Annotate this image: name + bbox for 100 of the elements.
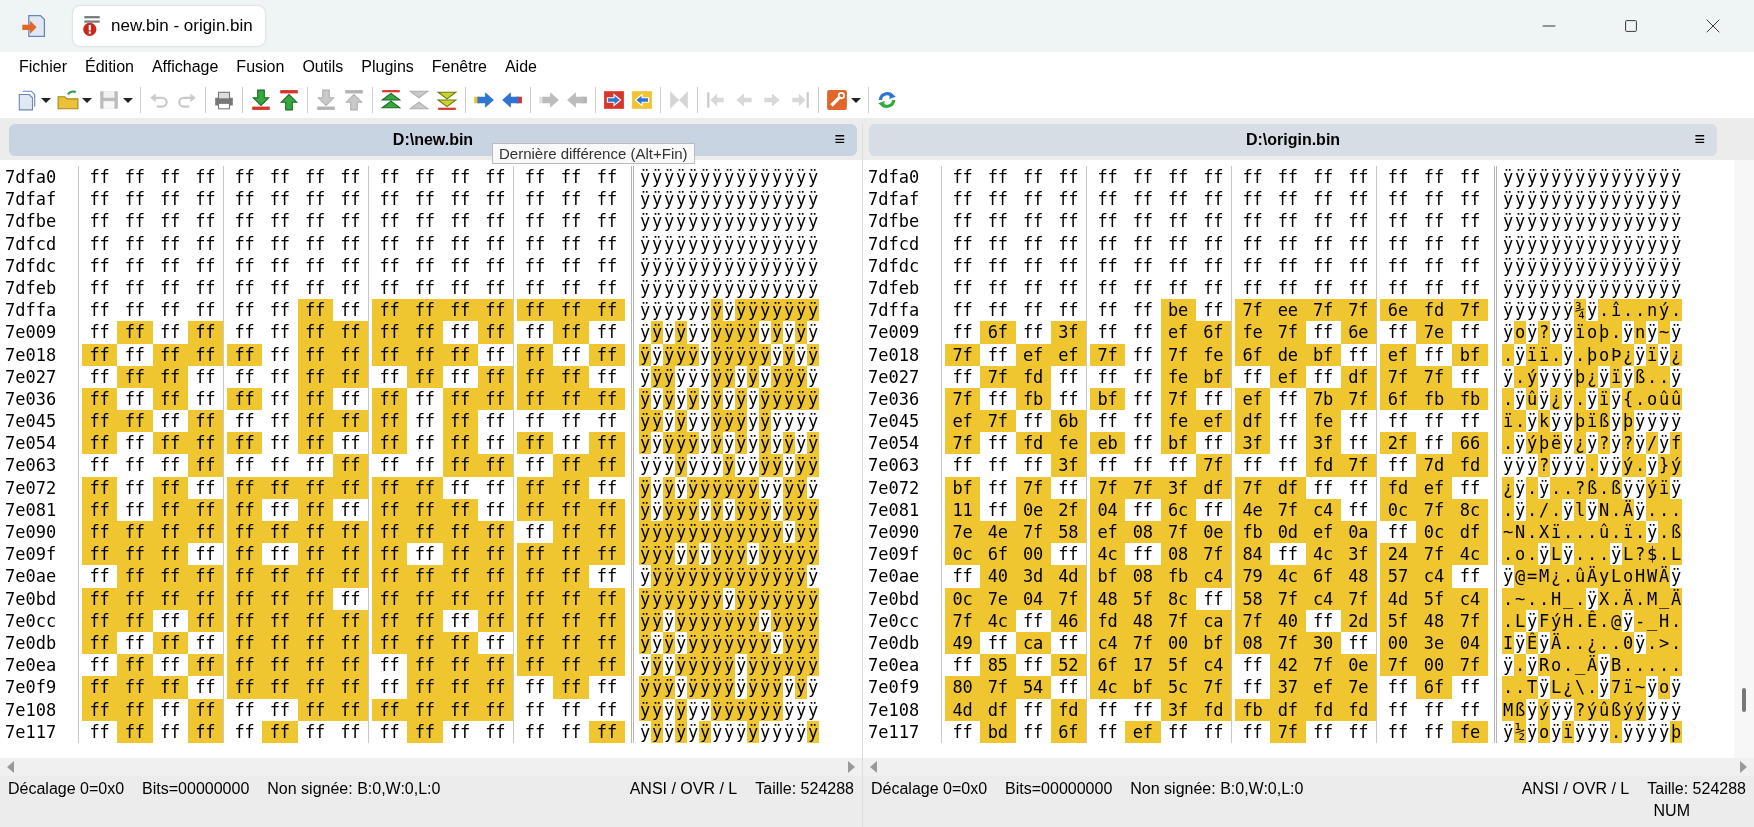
- hex-byte: ff: [595, 254, 619, 277]
- hex-byte: 7f: [1195, 543, 1231, 566]
- hex-byte: c4: [1305, 498, 1341, 521]
- menu-item[interactable]: Aide: [495, 58, 546, 76]
- hex-byte: ff: [1276, 432, 1300, 455]
- hex-byte: ff: [1311, 609, 1335, 632]
- hex-byte: ff: [1458, 410, 1482, 433]
- hex-byte: 42: [1270, 654, 1306, 677]
- hex-byte: 4c: [1305, 543, 1341, 566]
- hex-byte: ff: [123, 276, 147, 300]
- window-tab[interactable]: new.bin - origin.bin: [73, 6, 265, 46]
- hex-byte: 5f: [1125, 587, 1161, 610]
- pane-menu-button[interactable]: ≡: [1694, 129, 1705, 150]
- pane-menu-button[interactable]: ≡: [834, 129, 845, 150]
- refresh-icon: [876, 89, 898, 111]
- hex-byte: ff: [297, 521, 333, 544]
- hex-byte: fb: [1160, 565, 1196, 588]
- hex-byte: df: [1452, 521, 1488, 544]
- hex-byte: ff: [517, 543, 553, 566]
- hex-byte: 00: [1416, 654, 1452, 677]
- maximize-button[interactable]: [1622, 17, 1640, 35]
- hex-byte: 7f: [1160, 521, 1196, 544]
- hex-byte: ff: [1057, 232, 1080, 255]
- hex-byte: ff: [339, 432, 362, 455]
- hex-byte: ff: [1311, 365, 1335, 388]
- hex-byte: ff: [484, 254, 507, 277]
- menu-item[interactable]: Outils: [293, 58, 353, 76]
- hex-byte: bf: [1452, 343, 1488, 366]
- close-button[interactable]: [1704, 17, 1722, 35]
- menu-item[interactable]: Fusion: [227, 58, 294, 76]
- ascii-text: ..TÿL¿\.ÿ7ï~ÿoÿ: [1494, 676, 1682, 699]
- hex-byte: fd: [1015, 432, 1051, 455]
- hex-byte: ff: [1057, 365, 1080, 388]
- hex-byte: ff: [1131, 232, 1155, 255]
- hex-byte: ff: [484, 476, 507, 499]
- hex-byte: ff: [1202, 587, 1225, 610]
- offset-label: 7e027: [4, 365, 58, 388]
- hex-byte: ff: [332, 410, 368, 433]
- hex-byte: 6f: [1195, 321, 1231, 344]
- hex-byte: ff: [413, 188, 437, 211]
- hex-byte: 4e: [1235, 498, 1271, 521]
- scroll-right-button[interactable]: [1738, 761, 1748, 773]
- hex-byte: ff: [1131, 410, 1155, 433]
- hex-byte: 4c: [1452, 543, 1488, 566]
- hex-byte: ff: [303, 232, 327, 255]
- status-size: Taille: 524288: [755, 779, 854, 799]
- hex-byte: ff: [187, 609, 223, 632]
- scroll-thumb[interactable]: [1742, 688, 1746, 712]
- hex-byte: ff: [1347, 631, 1370, 655]
- hex-byte: ff: [595, 321, 619, 344]
- ascii-text: ÿÿÿÿÿÿÿÿÿÿÿÿÿÿÿ: [631, 698, 819, 721]
- hex-byte: bf: [1125, 676, 1161, 699]
- hex-byte: ff: [523, 276, 547, 300]
- menu-item[interactable]: Fenêtre: [422, 58, 496, 76]
- scroll-right-button[interactable]: [846, 761, 856, 773]
- hex-byte: ff: [407, 476, 443, 499]
- hex-byte: ff: [951, 254, 974, 277]
- scroll-left-button[interactable]: [869, 761, 879, 773]
- hex-byte: ff: [1458, 188, 1482, 211]
- hex-byte: 08: [1125, 565, 1161, 588]
- hex-byte: ff: [1166, 232, 1190, 255]
- offset-label: 7dfdc: [4, 254, 58, 277]
- hex-byte: ff: [1347, 720, 1370, 743]
- hex-byte: 4c: [1270, 565, 1306, 588]
- hex-byte: 6f: [1380, 387, 1416, 411]
- hex-byte: ff: [986, 432, 1010, 455]
- hex-byte: ff: [986, 387, 1010, 411]
- hex-byte: ff: [158, 321, 182, 344]
- hex-byte: ff: [553, 454, 589, 477]
- hex-byte: 11: [945, 498, 981, 521]
- hex-byte: c4: [1452, 587, 1488, 610]
- hex-byte: ff: [553, 676, 589, 699]
- menu-item[interactable]: Fichier: [10, 58, 76, 76]
- scroll-left-button[interactable]: [6, 761, 16, 773]
- hex-byte: ff: [517, 432, 553, 455]
- hex-byte: ff: [117, 654, 153, 677]
- hex-byte: ff: [82, 587, 118, 610]
- hex-byte: ff: [339, 387, 362, 411]
- hex-byte: ff: [951, 232, 974, 255]
- status-size: Taille: 524288: [1647, 779, 1746, 799]
- hex-byte: 5f: [1416, 587, 1452, 610]
- hex-byte: bf: [1090, 565, 1126, 588]
- hex-byte: ff: [194, 210, 217, 233]
- caret-icon: [123, 95, 133, 105]
- hex-byte: ff: [227, 476, 263, 499]
- menu-item[interactable]: Édition: [76, 58, 143, 76]
- hex-byte: ff: [233, 166, 256, 189]
- hex-byte: ff: [82, 676, 118, 699]
- menu-item[interactable]: Plugins: [352, 58, 423, 76]
- menu-item[interactable]: Affichage: [142, 58, 228, 76]
- hex-byte: df: [1270, 476, 1306, 499]
- hex-byte: ff: [1057, 299, 1080, 322]
- window-title: new.bin - origin.bin: [111, 16, 253, 36]
- hex-byte: c4: [1195, 565, 1231, 588]
- hex-byte: bd: [980, 720, 1016, 743]
- hex-byte: ff: [595, 232, 619, 255]
- hex-byte: ff: [595, 210, 619, 233]
- hex-byte: ff: [589, 631, 625, 655]
- hex-byte: 7f: [945, 432, 981, 455]
- double-down-arrow-icon: [436, 89, 458, 111]
